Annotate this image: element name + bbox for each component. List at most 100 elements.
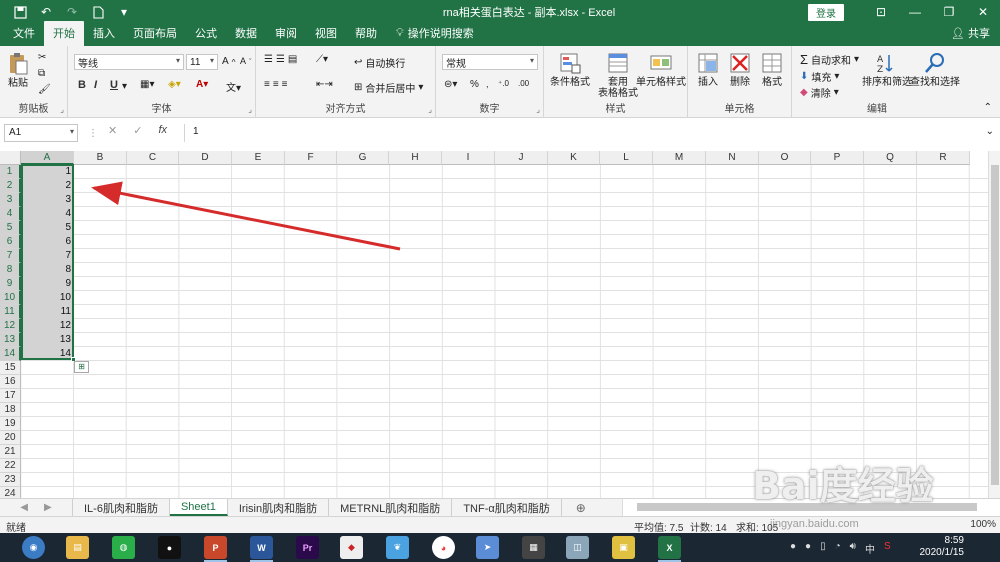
autosum-button[interactable]: Σ 自动求和 ▾	[800, 52, 859, 67]
cell-a5[interactable]: 5	[21, 221, 74, 235]
cell-a11[interactable]: 11	[21, 305, 74, 319]
format-as-table-button[interactable]: 套用 表格格式	[598, 51, 638, 99]
phonetic-icon[interactable]: 文▾	[226, 79, 241, 94]
worksheet-grid[interactable]: ABCDEFGHIJKLMNOPQR 1 2 3 4 5 6 7 8 9 10 11 12 13 14 15…	[0, 151, 1000, 498]
column-header-b[interactable]: B	[74, 151, 127, 165]
login-button[interactable]: 登录	[808, 3, 844, 21]
row-header-3[interactable]: 3	[0, 193, 21, 207]
cell-a9[interactable]: 9	[21, 277, 74, 291]
column-header-j[interactable]: J	[495, 151, 548, 165]
notes-icon[interactable]: ◫	[566, 536, 589, 559]
tab-insert[interactable]: 插入	[84, 21, 124, 46]
tab-help[interactable]: 帮助	[346, 21, 386, 46]
cell-a6[interactable]: 6	[21, 235, 74, 249]
row-header-13[interactable]: 13	[0, 333, 21, 347]
cell-a1[interactable]: 1	[21, 165, 74, 179]
file-explorer-icon[interactable]: ▤	[66, 536, 89, 559]
chevron-down-icon[interactable]: ▾	[122, 81, 127, 92]
fill-button[interactable]: ⬇ 填充 ▾	[800, 69, 839, 84]
messenger-icon[interactable]: ➤	[476, 536, 499, 559]
name-box[interactable]: A1 ▾	[4, 124, 78, 142]
column-header-h[interactable]: H	[389, 151, 442, 165]
decrease-font-icon[interactable]: Aˇ	[240, 56, 252, 66]
close-icon[interactable]: ✕	[966, 5, 1000, 19]
cell-a4[interactable]: 4	[21, 207, 74, 221]
tell-me-search[interactable]: 💡︎ 操作说明搜索	[386, 21, 484, 46]
delete-cells-button[interactable]: 删除	[728, 51, 752, 88]
qq-icon[interactable]: ●	[158, 536, 181, 559]
enter-icon[interactable]: ✓	[133, 124, 142, 137]
tab-file[interactable]: 文件	[4, 21, 44, 46]
add-sheet-icon[interactable]: ⊕	[562, 499, 600, 516]
column-header-c[interactable]: C	[127, 151, 179, 165]
orientation-icon[interactable]: ⟋▾	[316, 54, 328, 65]
collapse-ribbon-icon[interactable]: ⌃	[984, 102, 992, 113]
wechat-icon[interactable]: ◍	[112, 536, 135, 559]
row-header-16[interactable]: 16	[0, 375, 21, 389]
wrap-text-button[interactable]: ↩ 自动换行	[354, 55, 405, 70]
column-header-g[interactable]: G	[337, 151, 389, 165]
tab-formulas[interactable]: 公式	[186, 21, 226, 46]
sogou-icon[interactable]: S	[884, 541, 891, 556]
conditional-format-button[interactable]: 条件格式	[550, 51, 590, 88]
sheet-tab-irisin[interactable]: Irisin肌肉和脂肪	[228, 499, 330, 516]
indent-icons[interactable]: ⇤⇥	[316, 79, 333, 90]
select-all-corner[interactable]	[0, 151, 21, 165]
vertical-scrollbar[interactable]	[988, 151, 1000, 498]
column-header-q[interactable]: Q	[864, 151, 917, 165]
bold-button[interactable]: B	[78, 79, 86, 91]
vertical-align-icons[interactable]: ☰☰▤	[264, 54, 300, 65]
comma-icon[interactable]: ,	[486, 79, 489, 89]
row-header-8[interactable]: 8	[0, 263, 21, 277]
sheet-tab-metrnl[interactable]: METRNL肌肉和脂肪	[329, 499, 453, 516]
column-header-i[interactable]: I	[442, 151, 495, 165]
row-header-20[interactable]: 20	[0, 431, 21, 445]
row-header-22[interactable]: 22	[0, 459, 21, 473]
row-header-10[interactable]: 10	[0, 291, 21, 305]
powerpoint-icon[interactable]: P	[204, 536, 227, 562]
row-header-21[interactable]: 21	[0, 445, 21, 459]
font-name-select[interactable]: 等线 ▾	[74, 54, 184, 70]
next-sheet-icon[interactable]: ▶	[44, 502, 52, 513]
font-color-icon[interactable]: A▾	[196, 79, 208, 90]
prev-sheet-icon[interactable]: ◀	[20, 502, 28, 513]
cell-styles-button[interactable]: 单元格样式	[636, 51, 686, 88]
currency-icon[interactable]: ⊜▾	[444, 79, 457, 90]
column-header-l[interactable]: L	[600, 151, 653, 165]
copy-icon[interactable]: ⧉	[38, 68, 45, 79]
decrease-decimal-icon[interactable]: .00	[518, 79, 529, 88]
row-header-19[interactable]: 19	[0, 417, 21, 431]
column-header-a[interactable]: A	[21, 151, 74, 165]
row-header-4[interactable]: 4	[0, 207, 21, 221]
cells-area[interactable]	[21, 165, 991, 498]
row-header-5[interactable]: 5	[0, 221, 21, 235]
undo-icon[interactable]: ↶	[38, 4, 54, 20]
merge-center-button[interactable]: ⊞ 合并后居中 ▾	[354, 80, 423, 95]
restore-icon[interactable]: ❐	[932, 5, 966, 19]
clipboard-app-icon[interactable]: ▣	[612, 536, 635, 559]
sheet-tab-sheet1[interactable]: Sheet1	[169, 499, 228, 516]
video-editor-icon[interactable]: ▦	[522, 536, 545, 559]
insert-function-icon[interactable]: fx	[158, 124, 167, 137]
word-icon[interactable]: W	[250, 536, 273, 562]
clipboard-launcher-icon[interactable]: ⌟	[60, 105, 64, 114]
row-header-18[interactable]: 18	[0, 403, 21, 417]
tab-review[interactable]: 审阅	[266, 21, 306, 46]
excel-taskbar-icon[interactable]: X	[658, 536, 681, 562]
font-size-select[interactable]: 11 ▾	[186, 54, 218, 70]
row-header-6[interactable]: 6	[0, 235, 21, 249]
formula-input[interactable]: 1	[184, 124, 996, 142]
tab-home[interactable]: 开始	[44, 21, 84, 46]
row-header-7[interactable]: 7	[0, 249, 21, 263]
browser-icon[interactable]: ◉	[22, 536, 45, 559]
cell-a13[interactable]: 13	[21, 333, 74, 347]
number-launcher-icon[interactable]: ⌟	[536, 105, 540, 114]
increase-decimal-icon[interactable]: ⁺.0	[498, 79, 509, 88]
row-header-23[interactable]: 23	[0, 473, 21, 487]
tray-icon-1[interactable]: ●	[790, 541, 796, 556]
row-header-1[interactable]: 1	[0, 165, 21, 179]
alignment-launcher-icon[interactable]: ⌟	[428, 105, 432, 114]
cell-a10[interactable]: 10	[21, 291, 74, 305]
cell-a3[interactable]: 3	[21, 193, 74, 207]
cancel-icon[interactable]: ✕	[108, 124, 117, 137]
